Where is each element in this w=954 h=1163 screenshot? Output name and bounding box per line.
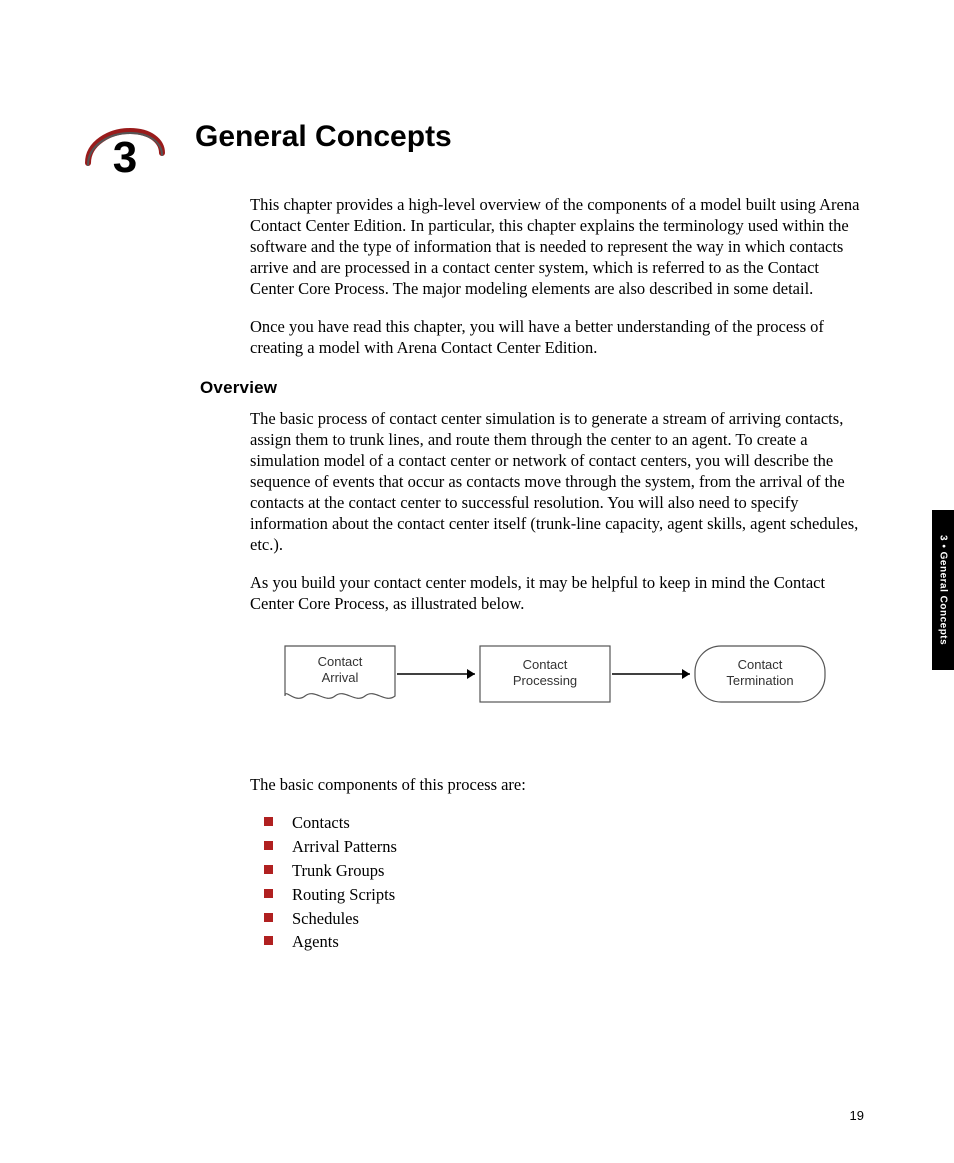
side-tab: 3 • General Concepts	[932, 510, 954, 670]
page-root: 3 General Concepts This chapter provides…	[0, 0, 954, 1014]
list-item: Contacts	[260, 811, 864, 835]
components-intro-block: The basic components of this process are…	[250, 774, 864, 795]
list-item: Routing Scripts	[260, 883, 864, 907]
side-tab-label: 3 • General Concepts	[938, 535, 949, 645]
list-item: Schedules	[260, 907, 864, 931]
chapter-title: General Concepts	[195, 120, 864, 154]
list-item: Agents	[260, 930, 864, 954]
contact-processing-label-1: Contact	[523, 657, 568, 672]
chapter-number: 3	[80, 133, 170, 183]
chapter-badge: 3	[80, 125, 170, 185]
contact-arrival-label-1: Contact	[318, 654, 363, 669]
intro-paragraph-2: Once you have read this chapter, you wil…	[250, 316, 864, 358]
core-process-diagram: Contact Arrival Contact Processing Conta…	[275, 634, 835, 724]
contact-termination-label-1: Contact	[738, 657, 783, 672]
overview-paragraph-1: The basic process of contact center simu…	[250, 408, 864, 556]
page-number: 19	[850, 1108, 864, 1123]
intro-paragraph-1: This chapter provides a high-level overv…	[250, 194, 864, 300]
contact-arrival-label-2: Arrival	[322, 670, 359, 685]
components-list: Contacts Arrival Patterns Trunk Groups R…	[260, 811, 864, 955]
arrow-1-head	[467, 669, 475, 679]
list-item: Trunk Groups	[260, 859, 864, 883]
list-item: Arrival Patterns	[260, 835, 864, 859]
contact-termination-label-2: Termination	[726, 673, 793, 688]
components-intro: The basic components of this process are…	[250, 774, 864, 795]
overview-paragraph-2: As you build your contact center models,…	[250, 572, 864, 614]
contact-processing-label-2: Processing	[513, 673, 577, 688]
section-heading-overview: Overview	[200, 378, 864, 398]
overview-block: The basic process of contact center simu…	[250, 408, 864, 614]
intro-block: This chapter provides a high-level overv…	[250, 194, 864, 358]
arrow-2-head	[682, 669, 690, 679]
